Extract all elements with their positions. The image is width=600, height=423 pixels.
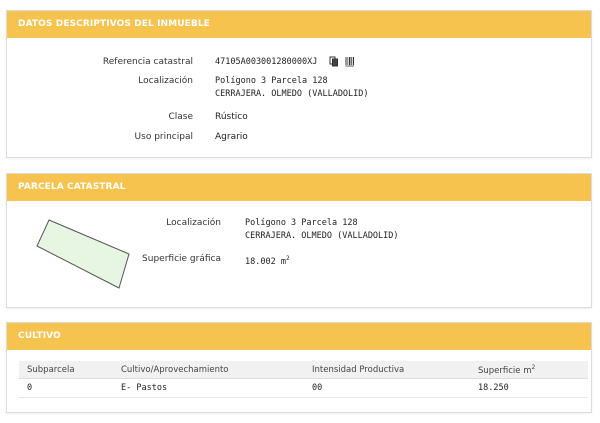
parcel-area-row: Superficie gráfica 18.002 m2 — [7, 253, 591, 268]
parcel-loc-line2: CERRAJERA. OLMEDO (VALLADOLID) — [245, 231, 399, 241]
loc-line1: Polígono 3 Parcela 128 — [215, 76, 328, 86]
loc-label: Localización — [138, 76, 193, 86]
parcel-loc-row-2: CERRAJERA. OLMEDO (VALLADOLID) — [7, 230, 591, 242]
parcel-area-unit-sup: 2 — [285, 255, 290, 262]
cell-cultivo: E- Pastos — [113, 378, 304, 398]
copy-icon[interactable] — [329, 56, 339, 67]
col-cultivo: Cultivo/Aprovechamiento — [113, 361, 304, 379]
use-row: Uso principal Agrario — [7, 131, 591, 143]
cultivo-table: Subparcela Cultivo/Aprovechamiento Inten… — [19, 361, 588, 398]
parcel-area-value: 18.002 m2 — [245, 253, 290, 268]
parcel-loc-line1: Polígono 3 Parcela 128 — [245, 218, 358, 228]
parcel-area-number: 18.002 m — [245, 256, 286, 267]
class-row: Clase Rústico — [7, 111, 591, 123]
cultivo-panel-title: CULTIVO — [7, 323, 591, 350]
cultivo-header-row: Subparcela Cultivo/Aprovechamiento Inten… — [19, 361, 588, 379]
cell-intensidad: 00 — [304, 378, 470, 398]
parcel-panel: PARCELA CATASTRAL Localización Polígono … — [6, 173, 592, 308]
parcel-loc-label: Localización — [166, 218, 221, 228]
class-label: Clase — [168, 112, 193, 122]
cell-superficie: 18.250 — [470, 378, 588, 398]
col-superficie-sup: 2 — [531, 363, 536, 371]
loc-line2: CERRAJERA. OLMEDO (VALLADOLID) — [215, 89, 369, 99]
descriptive-panel: DATOS DESCRIPTIVOS DEL INMUEBLE Referenc… — [6, 10, 592, 158]
class-value: Rústico — [215, 112, 248, 122]
barcode-icon[interactable] — [345, 56, 355, 67]
ref-label: Referencia catastral — [102, 57, 193, 67]
col-subparcela: Subparcela — [19, 361, 113, 379]
col-superficie: Superficie m2 — [470, 361, 588, 379]
descriptive-panel-title: DATOS DESCRIPTIVOS DEL INMUEBLE — [7, 11, 591, 38]
cell-subparcela: 0 — [19, 378, 113, 398]
ref-row: Referencia catastral 47105A003001280000X… — [7, 56, 591, 68]
parcel-panel-title: PARCELA CATASTRAL — [7, 174, 591, 201]
parcel-loc-row: Localización Polígono 3 Parcela 128 — [7, 217, 591, 229]
cultivo-panel: CULTIVO Subparcela Cultivo/Aprovechamien… — [6, 322, 592, 413]
use-label: Uso principal — [134, 132, 193, 142]
use-value: Agrario — [215, 132, 248, 142]
loc-row: Localización Polígono 3 Parcela 128 — [7, 75, 591, 87]
col-intensidad: Intensidad Productiva — [304, 361, 470, 379]
ref-value: 47105A003001280000XJ — [215, 57, 318, 67]
parcel-area-label: Superficie gráfica — [142, 254, 221, 264]
loc-row-2: CERRAJERA. OLMEDO (VALLADOLID) — [7, 88, 591, 100]
table-row: 0 E- Pastos 00 18.250 — [19, 378, 588, 398]
col-superficie-label: Superficie m — [478, 365, 532, 376]
